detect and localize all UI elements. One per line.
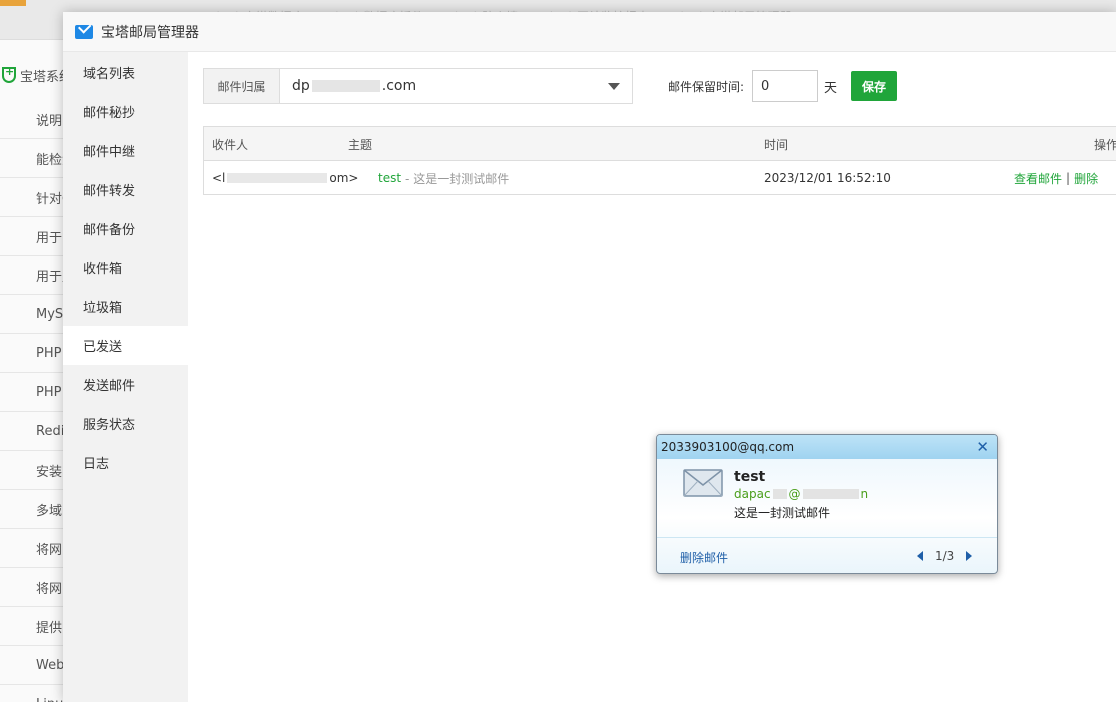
background-row-label: 提供 [36, 620, 63, 636]
background-row-label: 能检测 [36, 152, 64, 168]
background-side-title: 宝塔系统 [0, 60, 64, 90]
header-subject: 主题 [348, 137, 373, 152]
recipient-cell: <l om> [212, 171, 359, 185]
save-button[interactable]: 保存 [851, 71, 898, 101]
mail-notification: 2033903100@qq.com ✕ test dapac @ n 这是一封测… [656, 434, 998, 574]
background-row-label: Linux [0, 697, 64, 702]
header-time: 时间 [764, 137, 789, 152]
background-row-label: Web [36, 657, 64, 673]
background-row-label: 说明 [36, 113, 63, 129]
prev-icon[interactable] [917, 551, 923, 561]
nav-item-inbox[interactable]: 收件箱 [63, 248, 188, 287]
page-indicator: 1/3 [935, 549, 955, 563]
redaction-mask [311, 80, 380, 92]
nav-item-service-status[interactable]: 服务状态 [63, 404, 188, 443]
sent-mail-table: 收件人 主题 时间 操作 <l om> test - 这是一封测试邮件 2023… [203, 126, 1116, 195]
modal-title: 宝塔邮局管理器 [101, 24, 199, 41]
owner-select-box[interactable]: 邮件归属 dp .com [203, 68, 633, 104]
nav-item-forward[interactable]: 邮件转发 [63, 170, 188, 209]
nav-item-bcc[interactable]: 邮件秘抄 [63, 92, 188, 131]
sent-panel: 邮件归属 dp .com 邮件保留时间: 天 保存 收件人 主题 时间 操作 [188, 52, 1116, 702]
modal-nav: 域名列表 邮件秘抄 邮件中继 邮件转发 邮件备份 收件箱 垃圾箱 已发送 发送邮… [63, 52, 188, 702]
background-row-label: 用于监 [36, 269, 64, 285]
nav-item-spam[interactable]: 垃圾箱 [63, 287, 188, 326]
background-row-label: 针对C [36, 191, 64, 207]
redaction-mask [772, 489, 787, 499]
filter-bar: 邮件归属 dp .com 邮件保留时间: 天 保存 [203, 68, 898, 104]
redaction-mask [802, 489, 859, 499]
retain-unit: 天 [824, 80, 838, 96]
notification-sender: dapac @ n [734, 487, 869, 501]
nav-item-sent[interactable]: 已发送 [63, 326, 188, 365]
notification-from-header: 2033903100@qq.com [661, 440, 795, 454]
close-icon[interactable]: ✕ [976, 438, 989, 456]
shield-icon [2, 65, 16, 83]
background-row-label: Redis [36, 423, 64, 439]
nav-item-compose[interactable]: 发送邮件 [63, 365, 188, 404]
chevron-down-icon[interactable] [608, 83, 620, 90]
table-row[interactable]: <l om> test - 这是一封测试邮件 2023/12/01 16:52:… [204, 161, 1116, 195]
table-header: 收件人 主题 时间 操作 [204, 127, 1116, 161]
background-row-label: 安装 [36, 464, 63, 480]
delete-mail-button[interactable]: 删除邮件 [680, 549, 728, 566]
modal-titlebar: 宝塔邮局管理器 [63, 12, 1116, 52]
nav-item-backup[interactable]: 邮件备份 [63, 209, 188, 248]
retain-days-input[interactable] [752, 70, 819, 102]
notification-body: 这是一封测试邮件 [734, 506, 831, 520]
notification-subject: test [734, 469, 766, 485]
background-row-label: PHP [36, 384, 62, 400]
retain-label: 邮件保留时间: [668, 79, 745, 94]
view-mail-link[interactable]: 查看邮件 [1014, 170, 1062, 187]
mail-icon [75, 24, 93, 39]
background-logo-bar [0, 0, 26, 6]
next-icon[interactable] [966, 551, 973, 561]
background-row-label: 用于防 [36, 230, 64, 246]
actions-cell: 查看邮件 | 删除 [1014, 170, 1099, 187]
background-row-label: PHP [36, 345, 62, 361]
owner-label: 邮件归属 [204, 69, 280, 103]
background-row-label: 将网 [36, 542, 63, 558]
envelope-icon [683, 469, 723, 497]
nav-item-domain-list[interactable]: 域名列表 [63, 53, 188, 92]
owner-value-prefix: dp [292, 78, 310, 94]
header-recipient: 收件人 [212, 137, 249, 152]
nav-item-logs[interactable]: 日志 [63, 443, 188, 482]
notification-header: 2033903100@qq.com ✕ [657, 435, 997, 459]
background-row-label: MySQ [36, 306, 64, 322]
background-row-label: 多域 [36, 503, 63, 519]
header-actions: 操作 [1094, 137, 1116, 152]
nav-item-relay[interactable]: 邮件中继 [63, 131, 188, 170]
delete-mail-link[interactable]: 删除 [1074, 170, 1098, 187]
redaction-mask [227, 173, 328, 183]
owner-select[interactable]: dp .com [280, 69, 632, 103]
notification-pager: 1/3 [917, 549, 973, 563]
owner-value-suffix: .com [381, 78, 417, 94]
subject-cell: test - 这是一封测试邮件 [378, 171, 510, 186]
mail-manager-modal: 宝塔邮局管理器 域名列表 邮件秘抄 邮件中继 邮件转发 邮件备份 收件箱 垃圾箱… [63, 12, 1116, 702]
notification-divider [657, 537, 997, 545]
time-cell: 2023/12/01 16:52:10 [764, 171, 891, 185]
background-row-label: 将网 [36, 581, 63, 597]
